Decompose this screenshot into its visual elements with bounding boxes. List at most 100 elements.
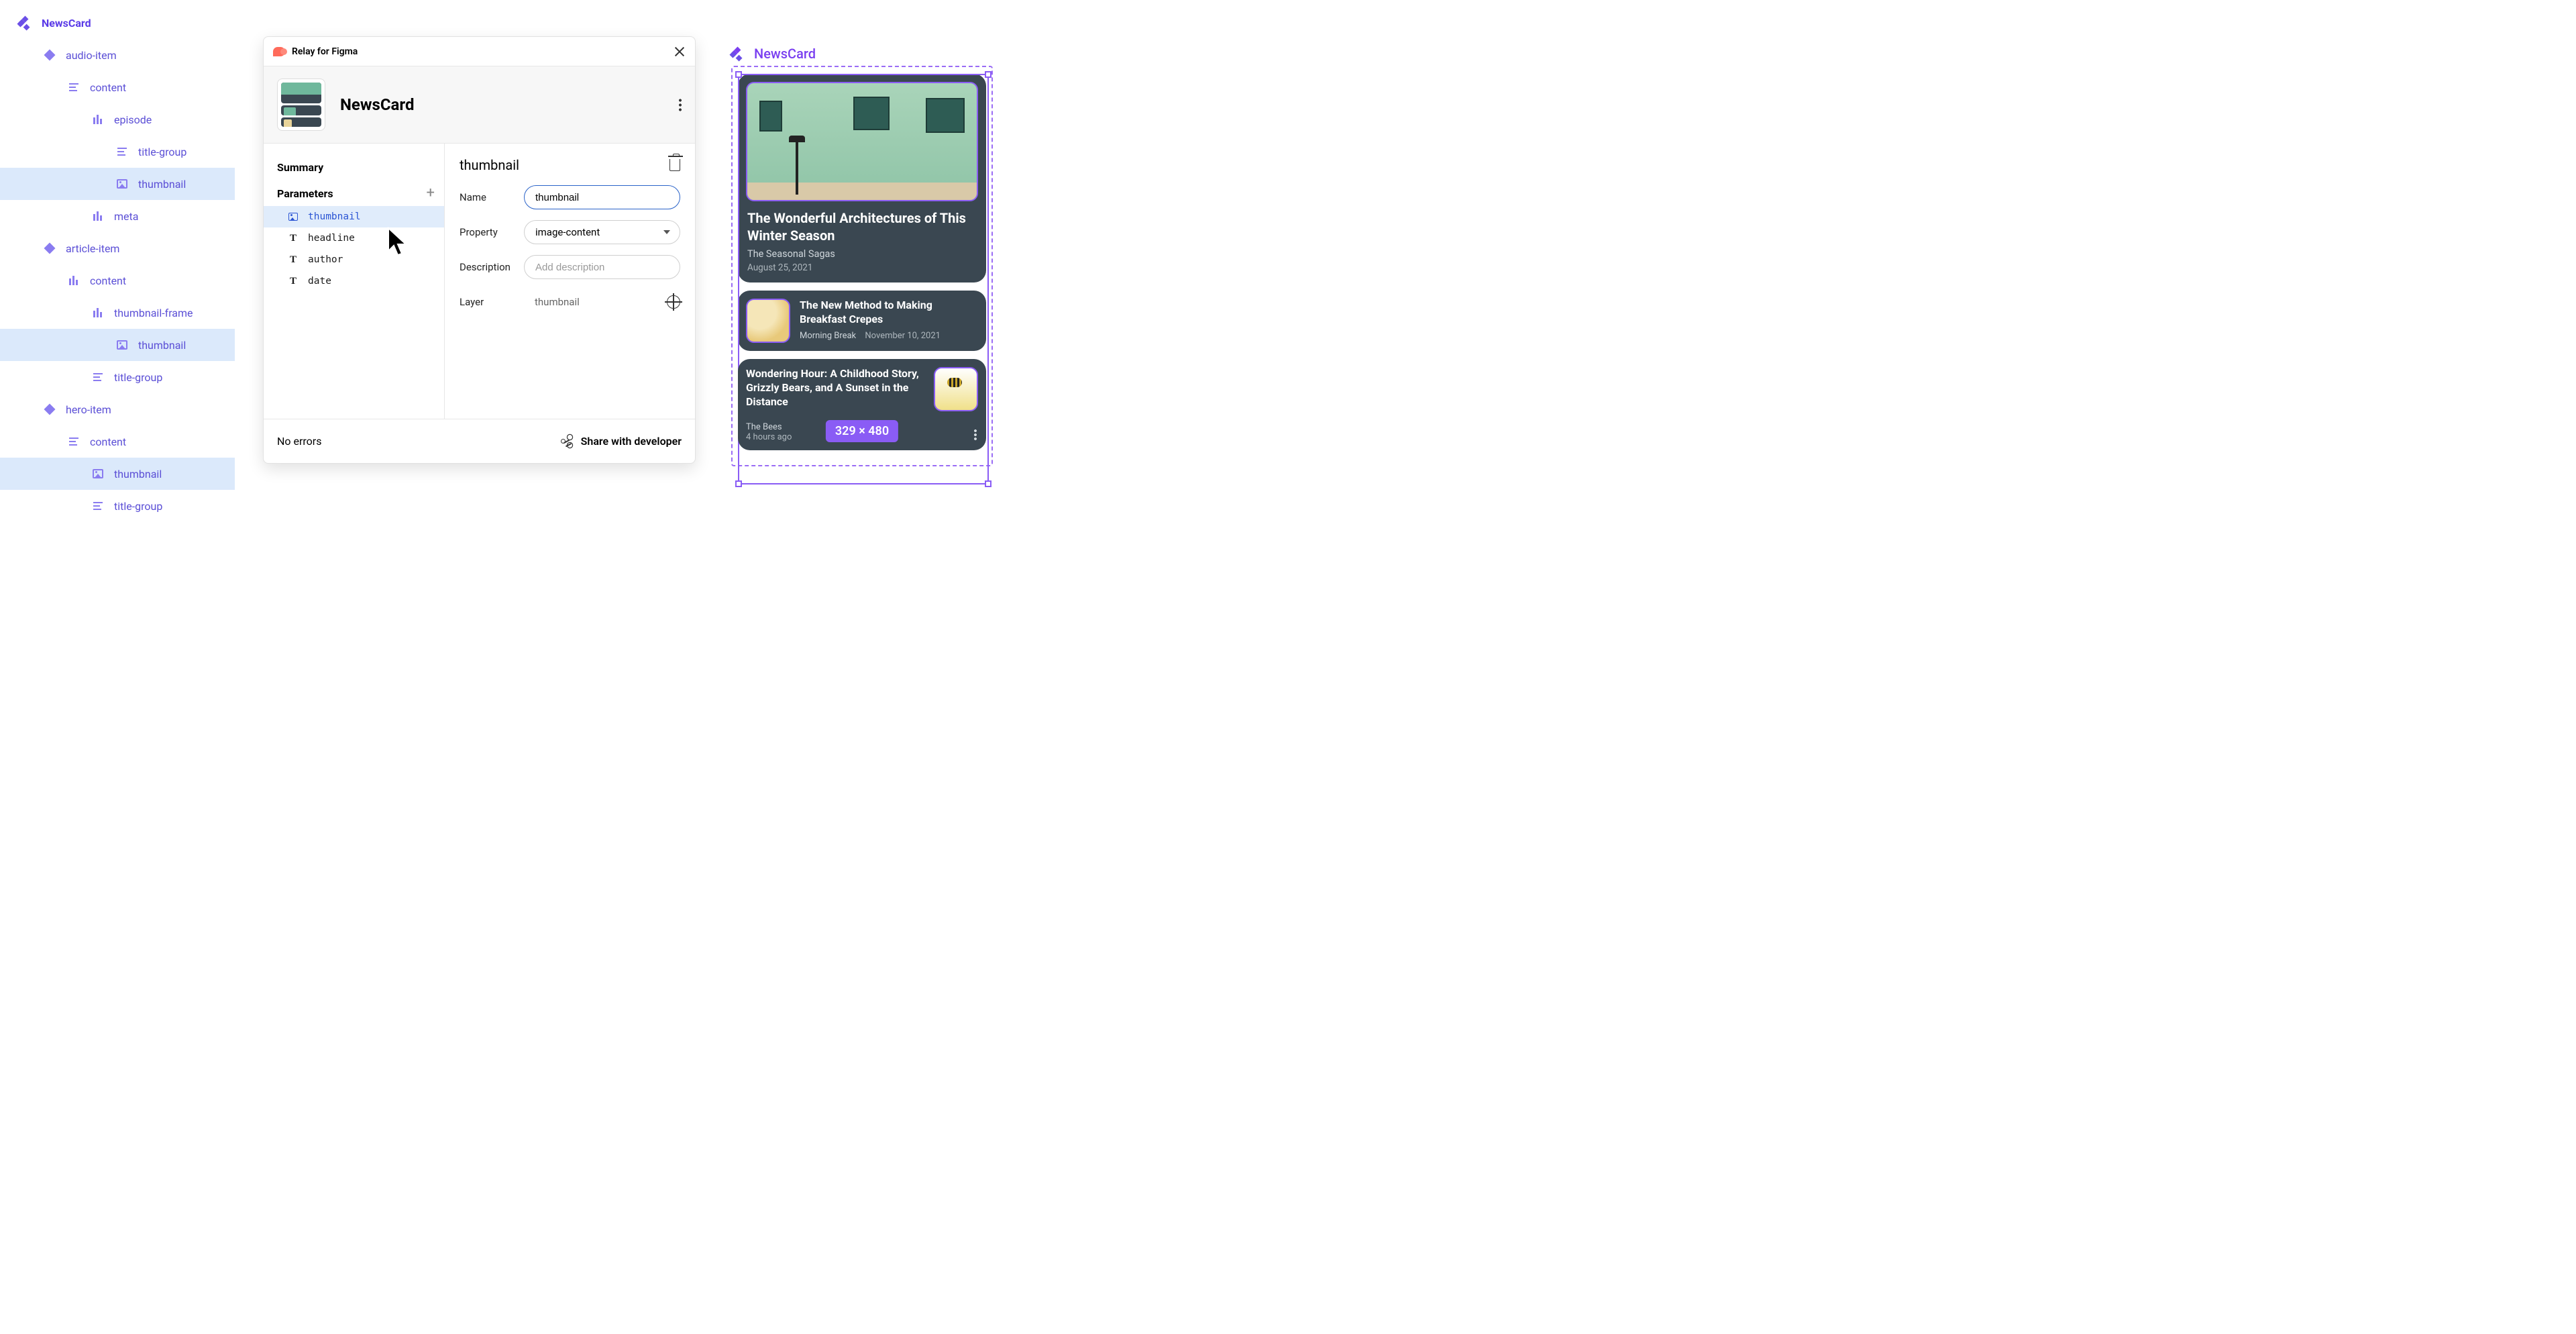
diamond-icon — [43, 242, 56, 255]
tree-item-label: title-group — [114, 371, 162, 384]
lines-icon — [91, 370, 105, 384]
tree-item-label: audio-item — [66, 49, 117, 62]
param-label: thumbnail — [308, 211, 361, 222]
lines-icon — [115, 145, 129, 158]
diamond-icon — [43, 403, 56, 416]
tree-item-title-group[interactable]: title-group — [0, 490, 235, 522]
name-label: Name — [460, 191, 524, 203]
param-thumbnail[interactable]: thumbnail — [264, 206, 444, 227]
bars-icon — [91, 306, 105, 319]
param-headline[interactable]: Theadline — [264, 227, 444, 249]
article-headline: The New Method to Making Breakfast Crepe… — [800, 299, 978, 327]
text-icon: T — [288, 276, 299, 287]
lines-icon — [67, 435, 80, 448]
add-parameter-icon[interactable]: + — [427, 186, 435, 201]
tree-item-meta[interactable]: meta — [0, 200, 235, 232]
property-label: Property — [460, 226, 524, 238]
param-author[interactable]: Tauthor — [264, 249, 444, 270]
canvas-label-text: NewsCard — [754, 46, 816, 62]
param-label: headline — [308, 233, 355, 244]
target-layer-icon[interactable] — [667, 295, 680, 309]
text-icon: T — [288, 254, 299, 265]
tree-item-label: episode — [114, 113, 152, 126]
selection-handle[interactable] — [735, 480, 742, 487]
bars-icon — [91, 209, 105, 223]
kebab-menu-icon[interactable] — [679, 98, 682, 111]
dimensions-badge: 329 × 480 — [826, 420, 898, 442]
name-input[interactable] — [524, 185, 680, 209]
tree-item-label: article-item — [66, 242, 119, 255]
tree-item-thumbnail[interactable]: thumbnail — [0, 329, 235, 361]
summary-tab[interactable]: Summary — [264, 157, 444, 182]
share-label: Share with developer — [581, 435, 682, 448]
tree-item-label: title-group — [138, 146, 186, 158]
description-input[interactable] — [524, 255, 680, 279]
panel-titlebar: Relay for Figma — [264, 37, 695, 66]
errors-status: No errors — [277, 435, 321, 448]
tree-item-thumbnail-frame[interactable]: thumbnail-frame — [0, 297, 235, 329]
hero-date: August 25, 2021 — [747, 262, 977, 273]
plugin-name: Relay for Figma — [292, 46, 358, 57]
audio-date: 4 hours ago — [746, 432, 792, 442]
share-with-developer-button[interactable]: Share with developer — [561, 435, 682, 448]
tree-item-content[interactable]: content — [0, 264, 235, 297]
tree-item-label: content — [90, 274, 126, 287]
tree-item-content[interactable]: content — [0, 425, 235, 458]
audio-thumbnail[interactable] — [934, 367, 978, 411]
param-label: author — [308, 254, 343, 265]
article-item-card[interactable]: The New Method to Making Breakfast Crepe… — [738, 291, 986, 351]
component-icon — [19, 16, 32, 30]
kebab-menu-icon[interactable] — [974, 429, 977, 441]
component-thumbnail — [277, 79, 325, 131]
audio-author: The Bees — [746, 422, 785, 432]
diamond-icon — [43, 48, 56, 62]
param-label: date — [308, 276, 331, 287]
tree-item-audio-item[interactable]: audio-item — [0, 39, 235, 71]
hero-headline: The Wonderful Architectures of This Wint… — [747, 209, 977, 244]
article-thumbnail[interactable] — [746, 299, 790, 343]
canvas-component-label[interactable]: NewsCard — [731, 46, 993, 62]
image-icon — [115, 338, 129, 352]
image-icon — [115, 177, 129, 191]
layer-value: thumbnail — [524, 290, 661, 314]
hero-thumbnail[interactable] — [746, 82, 978, 201]
image-icon — [288, 211, 299, 222]
relay-panel: Relay for Figma NewsCard Summary Paramet… — [263, 36, 696, 464]
layer-label: Layer — [460, 296, 524, 308]
tree-item-thumbnail[interactable]: thumbnail — [0, 458, 235, 490]
property-value: image-content — [535, 226, 600, 238]
tree-item-title-group[interactable]: title-group — [0, 136, 235, 168]
canvas-frame[interactable]: 329 × 480 The Wonderful Architectures of… — [731, 66, 993, 466]
text-icon: T — [288, 233, 299, 244]
param-date[interactable]: Tdate — [264, 270, 444, 292]
panel-footer: No errors Share with developer — [264, 419, 695, 463]
tree-item-label: thumbnail — [138, 178, 186, 191]
selection-handle[interactable] — [985, 71, 991, 78]
delete-icon[interactable] — [669, 159, 680, 171]
component-icon — [731, 47, 745, 60]
component-title: NewsCard — [340, 95, 414, 114]
bars-icon — [67, 274, 80, 287]
tree-item-label: thumbnail — [114, 468, 162, 480]
lines-icon — [91, 499, 105, 513]
tree-item-hero-item[interactable]: hero-item — [0, 393, 235, 425]
parameters-tab[interactable]: Parameters — [277, 187, 333, 200]
selection-handle[interactable] — [985, 480, 991, 487]
close-icon[interactable] — [674, 46, 686, 58]
tree-item-article-item[interactable]: article-item — [0, 232, 235, 264]
tree-item-label: thumbnail-frame — [114, 307, 193, 319]
tree-item-label: thumbnail — [138, 339, 186, 352]
tree-root-newscard[interactable]: NewsCard — [0, 7, 235, 39]
relay-plugin-icon — [273, 47, 285, 56]
tree-item-episode[interactable]: episode — [0, 103, 235, 136]
image-icon — [91, 467, 105, 480]
share-icon — [561, 435, 573, 448]
tree-item-thumbnail[interactable]: thumbnail — [0, 168, 235, 200]
hero-item-card[interactable]: The Wonderful Architectures of This Wint… — [738, 74, 986, 283]
tree-item-title-group[interactable]: title-group — [0, 361, 235, 393]
detail-title: thumbnail — [460, 157, 519, 173]
tree-item-content[interactable]: content — [0, 71, 235, 103]
tree-item-label: content — [90, 435, 126, 448]
tree-item-label: meta — [114, 210, 138, 223]
property-select[interactable]: image-content — [524, 220, 680, 244]
